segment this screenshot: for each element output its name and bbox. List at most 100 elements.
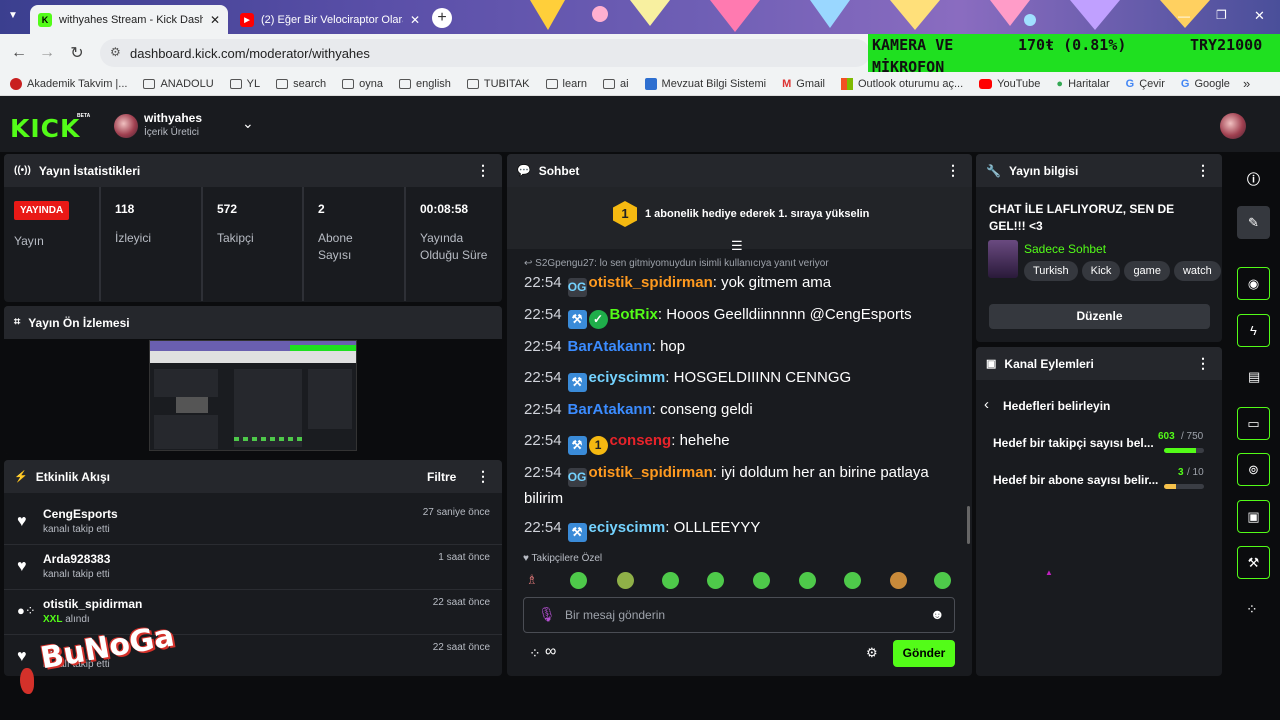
forward-arrow-icon[interactable]: → (36, 42, 58, 64)
message-time: 22:54 (524, 432, 562, 449)
close-tab-icon[interactable]: ✕ (410, 13, 420, 27)
new-tab-button[interactable]: + (432, 8, 452, 28)
bookmark-item[interactable]: Mevzuat Bilgi Sistemi (644, 77, 766, 90)
bookmark-folder[interactable]: YL (229, 78, 260, 90)
bookmark-folder[interactable]: ai (602, 78, 629, 90)
emote-icon[interactable] (934, 572, 951, 589)
bookmark-item[interactable]: Akademik Takvim |... (10, 77, 127, 90)
message-username[interactable]: BarAtakann (568, 338, 652, 355)
panel-title: Yayın bilgisi (1008, 163, 1079, 178)
more-options-icon[interactable]: ⋮ (1196, 356, 1210, 370)
bookmark-folder[interactable]: english (399, 78, 451, 90)
emote-icon[interactable] (617, 572, 634, 589)
chat-scrollbar[interactable] (967, 506, 970, 544)
activity-username[interactable]: otistik_spidirman (43, 597, 142, 611)
bookmark-folder[interactable]: search (276, 78, 326, 90)
kick-favicon-icon: K (38, 12, 52, 27)
bookmark-folder[interactable]: oyna (342, 78, 383, 90)
more-bookmarks-chevron-icon[interactable]: » (1243, 76, 1250, 91)
tag[interactable]: Kick (1081, 261, 1121, 281)
message-username[interactable]: eciyscimm (589, 369, 666, 386)
edit-layout-pencil-icon[interactable]: ✎ (1237, 206, 1270, 239)
info-icon[interactable]: ⓘ (1247, 169, 1260, 188)
tag[interactable]: game (1124, 261, 1170, 281)
category-thumbnail[interactable] (988, 240, 1018, 278)
activity-username[interactable]: CengEsports (43, 507, 118, 521)
emote-icon[interactable] (844, 572, 861, 589)
tab-list-chevron-icon[interactable]: ▼ (8, 10, 18, 21)
more-options-icon[interactable]: ⋮ (946, 163, 960, 177)
wrench-icon[interactable]: ⚒ (1237, 546, 1270, 579)
tab-kick-dashboard[interactable]: K withyahes Stream - Kick Dashbo ✕ (30, 5, 228, 34)
back-chevron-icon[interactable]: ‹ (984, 396, 989, 413)
bookmark-item[interactable]: Outlook oturumu aç... (841, 77, 963, 90)
microphone-icon[interactable]: 🎙 (538, 606, 556, 623)
back-arrow-icon[interactable]: ← (8, 42, 30, 64)
emote-icon[interactable] (570, 572, 587, 589)
infinity-icon[interactable]: ∞ (545, 643, 556, 661)
category-name[interactable]: Sadece Sohbet (1024, 242, 1106, 256)
bookmark-folder[interactable]: ANADOLU (143, 78, 214, 90)
emote-icon[interactable] (753, 572, 770, 589)
restore-window-icon[interactable]: ❐ (1216, 8, 1227, 22)
emote-icon[interactable] (890, 572, 907, 589)
message-username[interactable]: eciyscimm (589, 519, 666, 536)
message-username[interactable]: otistik_spidirman (589, 274, 713, 291)
activity-username[interactable]: Arda928383 (43, 552, 110, 566)
bookmark-item[interactable]: ● Haritalar (1056, 78, 1109, 90)
close-tab-icon[interactable]: ✕ (210, 13, 220, 27)
tag[interactable]: watch (1173, 261, 1221, 281)
channel-switch-chevron-icon[interactable]: ⌄ (242, 115, 254, 132)
url-field[interactable]: ⚙ dashboard.kick.com/moderator/withyahes (100, 39, 870, 67)
more-options-icon[interactable]: ⋮ (476, 163, 490, 177)
emote-icon[interactable] (707, 572, 724, 589)
bookmark-item[interactable]: G Google (1181, 78, 1230, 90)
user-menu-avatar[interactable] (1220, 113, 1246, 139)
google-icon: G (1180, 77, 1190, 90)
emote-icon[interactable] (662, 572, 679, 589)
reply-hint-text: S2Gpengu27: lo sen gitmiyomuydun isimli … (535, 258, 829, 269)
stream-preview-thumbnail[interactable] (149, 340, 357, 451)
chat-input[interactable]: 🎙 Bir mesaj gönderin ☻ (523, 597, 955, 633)
camera-icon[interactable]: ◉ (1237, 267, 1270, 300)
reload-icon[interactable]: ↻ (66, 42, 88, 64)
bookmark-item[interactable]: M Gmail (782, 78, 825, 90)
lightning-icon[interactable]: ϟ (1237, 314, 1270, 347)
more-options-icon[interactable]: ⋮ (476, 469, 490, 483)
emote-icon[interactable]: ♗ (526, 572, 538, 588)
filter-button[interactable]: Filtre (427, 470, 456, 484)
message-username[interactable]: otistik_spidirman (589, 464, 713, 481)
emote-icon[interactable] (799, 572, 816, 589)
kick-logo[interactable]: KICK (10, 114, 80, 143)
chat-settings-gear-icon[interactable]: ⚙ (866, 645, 878, 661)
bookmark-item[interactable]: G Çevir (1126, 78, 1165, 90)
tag[interactable]: Turkish (1024, 261, 1078, 281)
emoji-picker-icon[interactable]: ☻ (930, 606, 945, 622)
message-text: yok gitmem ama (721, 274, 832, 291)
kicks-icon[interactable]: ⁘ (1246, 601, 1258, 618)
video-camera-icon[interactable]: ▣ (1237, 500, 1270, 533)
minimize-window-icon[interactable]: — (1178, 9, 1190, 23)
folder-icon (143, 78, 156, 89)
message-username[interactable]: conseng (610, 432, 672, 449)
subscriber-goal-label[interactable]: Hedef bir abone sayısı belir... (993, 473, 1158, 487)
avatar[interactable] (114, 114, 138, 138)
edit-button[interactable]: Düzenle (989, 304, 1210, 329)
tab-youtube-video[interactable]: ▶ (2) Eğer Bir Velociraptor Olarak ✕ (232, 5, 428, 34)
follower-goal-label[interactable]: Hedef bir takipçi sayısı bel... (993, 436, 1154, 450)
send-button[interactable]: Gönder (893, 640, 955, 667)
close-window-icon[interactable]: ✕ (1254, 8, 1265, 24)
message-username[interactable]: BarAtakann (568, 401, 652, 418)
collapse-banner-icon[interactable]: ☰ (731, 238, 743, 254)
message-username[interactable]: BotRix (610, 306, 658, 323)
bookmark-folder[interactable]: TUBITAK (466, 78, 530, 90)
bookmark-folder[interactable]: learn (545, 78, 587, 90)
site-info-icon[interactable]: ⚙ (110, 45, 121, 59)
chat-bubble-icon[interactable]: ▭ (1237, 407, 1270, 440)
broadcast-icon[interactable]: ⊚ (1237, 453, 1270, 486)
bookmark-item[interactable]: YouTube (979, 78, 1040, 90)
kicks-icon[interactable]: ⁘ (529, 645, 541, 662)
youtube-icon (979, 78, 993, 89)
notes-icon[interactable]: ▤ (1248, 369, 1260, 385)
more-options-icon[interactable]: ⋮ (1196, 163, 1210, 177)
